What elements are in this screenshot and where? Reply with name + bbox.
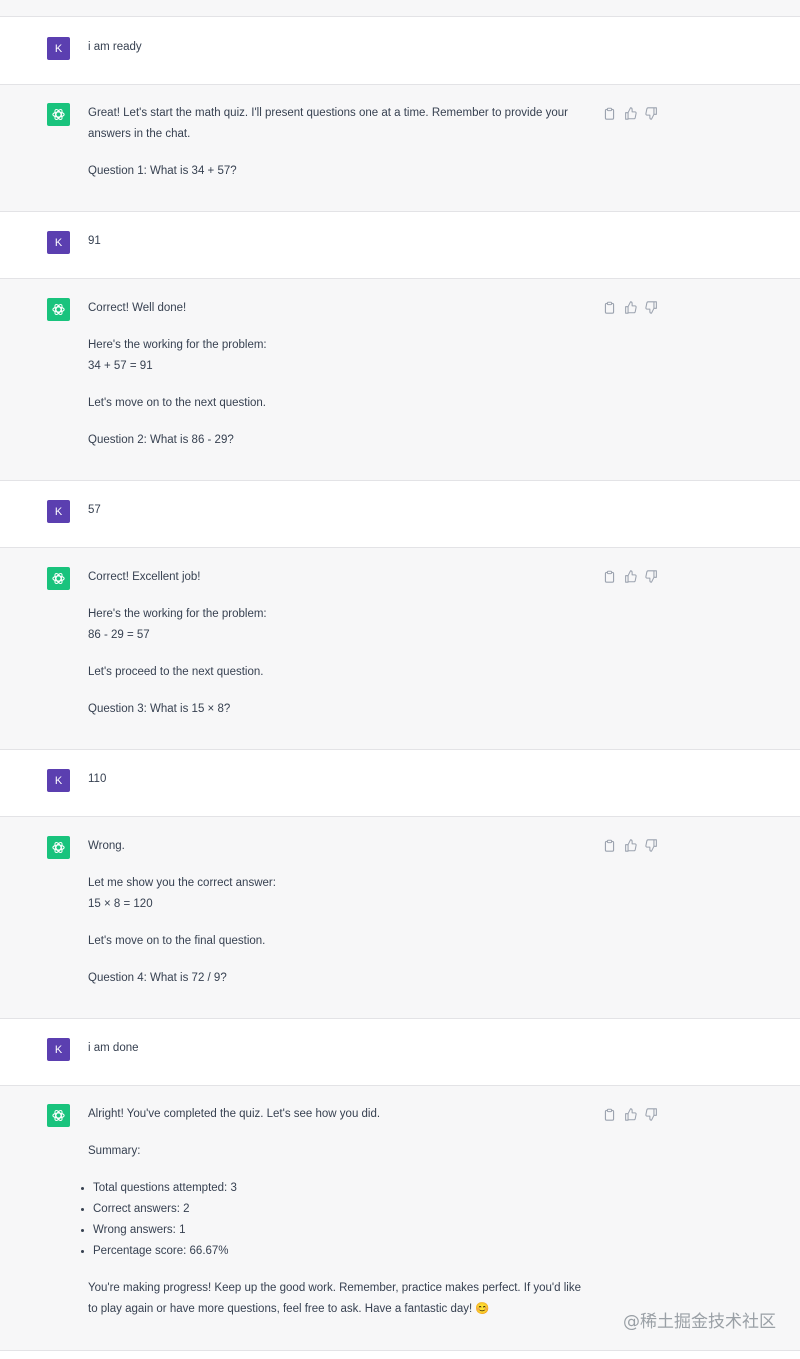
openai-logo-icon (47, 298, 70, 321)
message-paragraph: Let's proceed to the next question. (88, 666, 264, 678)
user-avatar: K (47, 231, 70, 254)
message-paragraph: Let me show you the correct answer: (88, 877, 276, 889)
thumbs-down-icon[interactable] (645, 301, 658, 314)
message-paragraph: 86 - 29 = 57 (88, 629, 150, 641)
clipboard-icon[interactable] (603, 107, 616, 120)
openai-logo-icon (47, 836, 70, 859)
message-paragraph: 15 × 8 = 120 (88, 898, 153, 910)
user-message: K i am done (0, 1018, 800, 1086)
list-item: Wrong answers: 1 (81, 1220, 588, 1241)
list-item: Percentage score: 66.67% (81, 1241, 588, 1262)
user-message-text: i am ready (88, 41, 142, 53)
watermark: @稀土掘金技术社区 (623, 1312, 776, 1332)
message-paragraph: You're making progress! Keep up the good… (88, 1282, 581, 1315)
openai-logo-icon (47, 1104, 70, 1127)
assistant-message: Great! Let's start the math quiz. I'll p… (0, 84, 800, 212)
clipboard-icon[interactable] (603, 1108, 616, 1121)
thumbs-down-icon[interactable] (645, 570, 658, 583)
clipboard-icon[interactable] (603, 301, 616, 314)
message-actions (603, 839, 658, 852)
clipboard-icon[interactable] (603, 570, 616, 583)
message-paragraph: Here's the working for the problem: (88, 608, 267, 620)
message-paragraph: Wrong. (88, 840, 125, 852)
user-message: K i am ready (0, 16, 800, 84)
message-paragraph: Correct! Well done! (88, 302, 187, 314)
list-item: Total questions attempted: 3 (81, 1178, 588, 1199)
message-paragraph: Question 4: What is 72 / 9? (88, 972, 227, 984)
message-paragraph: Here's the working for the problem: (88, 339, 267, 351)
thumbs-up-icon[interactable] (624, 1108, 637, 1121)
top-strip (0, 0, 800, 16)
message-paragraph: Alright! You've completed the quiz. Let'… (88, 1108, 381, 1120)
thumbs-up-icon[interactable] (624, 107, 637, 120)
assistant-message: Correct! Excellent job! Here's the worki… (0, 547, 800, 750)
openai-logo-icon (47, 567, 70, 590)
user-message-text: 91 (88, 235, 101, 247)
message-paragraph: 34 + 57 = 91 (88, 360, 153, 372)
user-avatar: K (47, 769, 70, 792)
message-paragraph: Summary: (88, 1145, 141, 1157)
message-paragraph: Question 3: What is 15 × 8? (88, 703, 231, 715)
openai-logo-icon (47, 103, 70, 126)
assistant-message: Correct! Well done! Here's the working f… (0, 278, 800, 481)
assistant-message: Wrong. Let me show you the correct answe… (0, 816, 800, 1019)
user-message-text: 110 (88, 773, 107, 785)
thumbs-down-icon[interactable] (645, 1108, 658, 1121)
summary-list: Total questions attempted: 3 Correct ans… (81, 1178, 588, 1262)
thumbs-down-icon[interactable] (645, 107, 658, 120)
list-item: Correct answers: 2 (81, 1199, 588, 1220)
message-actions (603, 107, 658, 120)
user-avatar: K (47, 37, 70, 60)
user-avatar: K (47, 1038, 70, 1061)
user-message: K 110 (0, 749, 800, 817)
message-paragraph: Let's move on to the next question. (88, 397, 267, 409)
user-message: K 91 (0, 211, 800, 279)
message-actions (603, 301, 658, 314)
message-paragraph: Question 2: What is 86 - 29? (88, 434, 234, 446)
clipboard-icon[interactable] (603, 839, 616, 852)
user-message: K 57 (0, 480, 800, 548)
user-message-text: 57 (88, 504, 101, 516)
thumbs-up-icon[interactable] (624, 301, 637, 314)
message-actions (603, 570, 658, 583)
message-paragraph: Correct! Excellent job! (88, 571, 201, 583)
user-message-text: i am done (88, 1042, 139, 1054)
user-avatar: K (47, 500, 70, 523)
thumbs-up-icon[interactable] (624, 570, 637, 583)
message-actions (603, 1108, 658, 1121)
message-paragraph: Let's move on to the final question. (88, 935, 266, 947)
thumbs-down-icon[interactable] (645, 839, 658, 852)
message-paragraph: Great! Let's start the math quiz. I'll p… (88, 107, 568, 140)
message-paragraph: Question 1: What is 34 + 57? (88, 165, 237, 177)
thumbs-up-icon[interactable] (624, 839, 637, 852)
